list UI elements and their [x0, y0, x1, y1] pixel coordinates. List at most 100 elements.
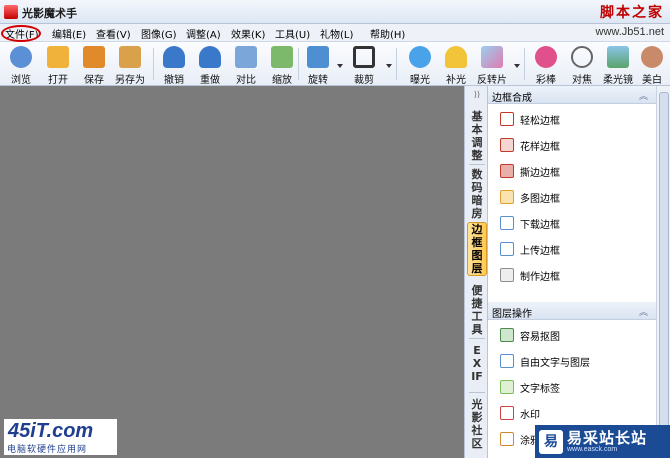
exposure-label: 曝光 — [410, 75, 430, 86]
fill-light-label: 补光 — [446, 75, 466, 86]
text-label-item[interactable]: 文字标签 — [500, 378, 650, 396]
undo-label: 撤销 — [164, 75, 184, 86]
save-as-button[interactable]: 另存为 — [110, 44, 150, 86]
easy-cutout-item[interactable]: 容易抠图 — [500, 326, 650, 344]
tab-basic-adjust[interactable]: 基本调整 — [467, 110, 487, 162]
menu-adjust[interactable]: 调整(A) — [186, 26, 221, 41]
yicai-logo: 易 易采站长站 www.easck.com — [535, 425, 670, 458]
zoom-label: 缩放 — [272, 75, 292, 86]
tab-handy-tools[interactable]: 便捷工具 — [467, 284, 487, 336]
focus-label: 对焦 — [572, 75, 592, 86]
watermark-item[interactable]: 水印 — [500, 404, 650, 422]
download-border-item[interactable]: 下载边框 — [500, 214, 650, 232]
group-layer-ops-header[interactable]: 图层操作 ︽ — [488, 302, 656, 320]
redo-label: 重做 — [200, 75, 220, 86]
title-bar: 光影魔术手 脚本之家 — [0, 0, 670, 24]
fill-light-icon — [445, 46, 467, 68]
collapse-up-icon[interactable]: ︽ — [639, 305, 648, 318]
tab-exif[interactable]: EXIF — [471, 344, 483, 383]
tab-community[interactable]: 光影社区 — [467, 398, 487, 450]
tab-separator — [469, 164, 485, 165]
rotate-button[interactable]: 旋转 — [298, 44, 338, 86]
menu-effect[interactable]: 效果(K) — [231, 26, 265, 41]
upload-border-item[interactable]: 上传边框 — [500, 240, 650, 258]
tab-separator — [469, 338, 485, 339]
upload-border-icon — [500, 242, 514, 256]
color-wand-button[interactable]: 彩棒 — [526, 44, 566, 86]
focus-icon — [571, 46, 593, 68]
expand-panel-icon[interactable]: ⟩⟩ — [467, 90, 487, 100]
tab-border-layer[interactable]: 边框图层 — [467, 222, 487, 276]
text-layer-icon — [500, 354, 514, 368]
whiten-label: 美白 — [642, 75, 662, 84]
image-canvas[interactable] — [0, 86, 464, 458]
text-label-icon — [500, 380, 514, 394]
multi-image-border-icon — [500, 190, 514, 204]
compare-icon — [235, 46, 257, 68]
save-button[interactable]: 保存 — [74, 44, 114, 86]
whiten-button[interactable]: 美白 — [634, 44, 670, 84]
menu-file-highlight-circle — [1, 25, 41, 42]
multi-image-border-item[interactable]: 多图边框 — [500, 188, 650, 206]
multi-image-border-label: 多图边框 — [520, 194, 560, 205]
toolbar-separator — [524, 48, 525, 80]
save-label: 保存 — [84, 75, 104, 86]
download-border-label: 下载边框 — [520, 220, 560, 231]
crop-dropdown-arrow[interactable] — [386, 64, 392, 68]
fancy-border-label: 花样边框 — [520, 142, 560, 153]
open-button[interactable]: 打开 — [38, 44, 78, 86]
watermark-site-name: 脚本之家 — [600, 5, 664, 21]
panel-scrollbar[interactable] — [656, 86, 670, 458]
browse-button[interactable]: 浏览 — [1, 44, 41, 86]
focus-button[interactable]: 对焦 — [562, 44, 602, 86]
fill-light-button[interactable]: 补光 — [436, 44, 476, 86]
group-border-compose-header[interactable]: 边框合成 ︽ — [488, 86, 656, 104]
tab-digital-darkroom[interactable]: 数码暗房 — [467, 168, 487, 220]
undo-icon — [163, 46, 185, 68]
menu-help[interactable]: 帮助(H) — [370, 26, 405, 41]
make-border-label: 制作边框 — [520, 272, 560, 283]
fancy-border-item[interactable]: 花样边框 — [500, 136, 650, 154]
rotate-dropdown-arrow[interactable] — [337, 64, 343, 68]
doodle-icon — [500, 432, 514, 446]
group-border-compose-title: 边框合成 — [492, 93, 532, 104]
reversal-film-dropdown-arrow[interactable] — [514, 64, 520, 68]
save-as-label: 另存为 — [115, 75, 145, 86]
collapse-up-icon[interactable]: ︽ — [639, 89, 648, 102]
compare-label: 对比 — [236, 75, 256, 86]
menu-gift[interactable]: 礼物(L) — [320, 26, 353, 41]
easy-border-icon — [500, 112, 514, 126]
tab-separator — [469, 392, 485, 393]
watermark-icon — [500, 406, 514, 420]
rotate-label: 旋转 — [308, 75, 328, 86]
reversal-film-icon — [481, 46, 503, 68]
menu-view[interactable]: 查看(V) — [96, 26, 131, 41]
reversal-film-button[interactable]: 反转片 — [472, 44, 512, 86]
watermark-label: 水印 — [520, 410, 540, 421]
soft-light-button[interactable]: 柔光镜 — [598, 44, 638, 86]
toolbar-separator — [396, 48, 397, 80]
easy-cutout-icon — [500, 328, 514, 342]
compare-button[interactable]: 对比 — [226, 44, 266, 86]
menu-edit[interactable]: 编辑(E) — [52, 26, 86, 41]
color-wand-label: 彩棒 — [536, 75, 556, 86]
crop-button[interactable]: 裁剪 — [344, 44, 384, 86]
site45-logo-text: 45iT.com — [8, 420, 94, 442]
easy-border-label: 轻松边框 — [520, 116, 560, 127]
exposure-button[interactable]: 曝光 — [400, 44, 440, 86]
redo-button[interactable]: 重做 — [190, 44, 230, 86]
exposure-icon — [409, 46, 431, 68]
menu-image[interactable]: 图像(G) — [141, 26, 177, 41]
fancy-border-icon — [500, 138, 514, 152]
torn-border-item[interactable]: 撕边边框 — [500, 162, 650, 180]
zoom-button[interactable]: 缩放 — [262, 44, 302, 86]
yicai-logo-mark: 易 — [539, 430, 563, 454]
make-border-item[interactable]: 制作边框 — [500, 266, 650, 284]
free-text-layer-item[interactable]: 自由文字与图层 — [500, 352, 650, 370]
scrollbar-thumb[interactable] — [659, 92, 669, 432]
soft-light-label: 柔光镜 — [603, 75, 633, 86]
menu-tools[interactable]: 工具(U) — [275, 26, 310, 41]
undo-button[interactable]: 撤销 — [154, 44, 194, 86]
group-layer-ops-title: 图层操作 — [492, 309, 532, 320]
easy-border-item[interactable]: 轻松边框 — [500, 110, 650, 128]
